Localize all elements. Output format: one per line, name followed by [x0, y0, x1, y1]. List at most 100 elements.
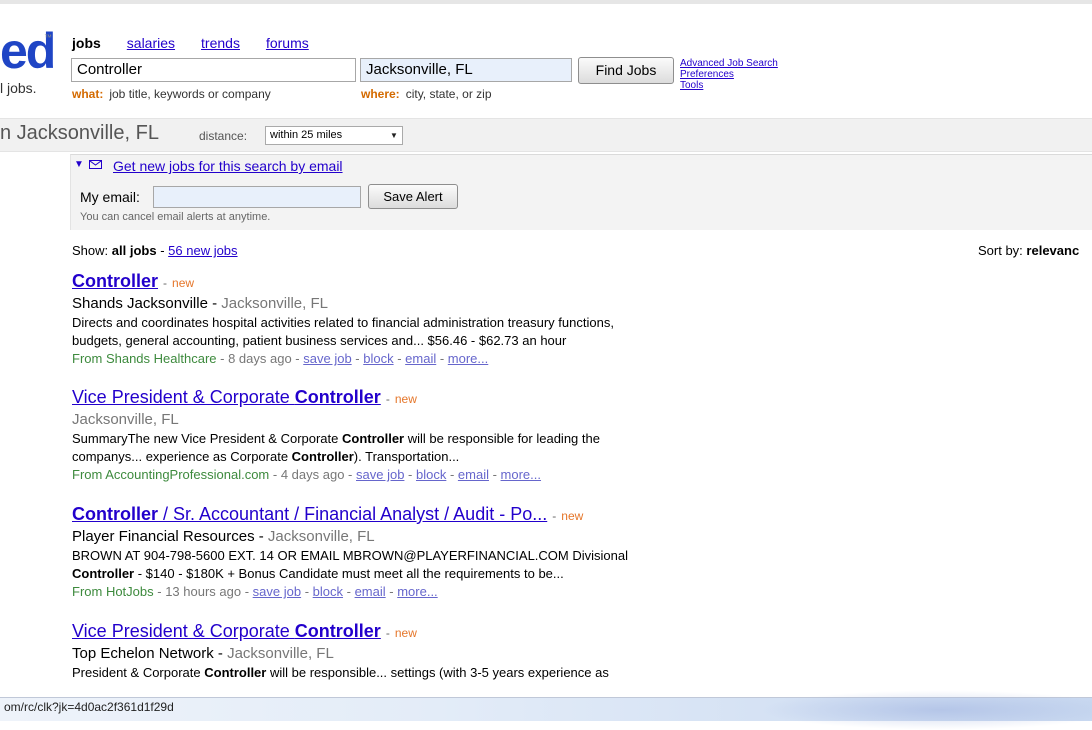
sort-by: Sort by: relevanc [978, 243, 1079, 258]
new-jobs-link[interactable]: 56 new jobs [168, 243, 237, 258]
nav-jobs[interactable]: jobs [72, 35, 101, 51]
job-result: Vice President & Corporate Controller - … [72, 620, 772, 682]
job-source: From AccountingProfessional.com [72, 467, 270, 482]
new-badge: new [561, 509, 584, 523]
save-alert-button[interactable]: Save Alert [368, 184, 458, 209]
email-job-link[interactable]: email [458, 467, 489, 482]
find-jobs-button[interactable]: Find Jobs [578, 57, 674, 84]
new-badge: new [394, 626, 417, 640]
where-hint: where: city, state, or zip [361, 87, 492, 101]
alert-note: You can cancel email alerts at anytime. [80, 211, 271, 223]
job-title-bold[interactable]: Controller [72, 271, 158, 291]
save-job-link[interactable]: save job [303, 351, 351, 366]
preferences-link[interactable]: Preferences [680, 69, 778, 80]
what-input[interactable]: Controller [71, 58, 356, 82]
job-snippet-1: President & Corporate Controller will be… [72, 665, 609, 680]
job-location: Jacksonville, FL [72, 411, 179, 428]
nav-forums[interactable]: forums [266, 35, 309, 51]
status-url: om/rc/clk?jk=4d0ac2f361d1f29d [4, 700, 174, 714]
job-result: Controller - new Shands Jacksonville - J… [72, 270, 772, 368]
block-link[interactable]: block [416, 467, 446, 482]
job-age: 4 days ago [280, 467, 345, 482]
collapse-triangle-icon[interactable]: ▼ [74, 159, 84, 170]
location-title: n Jacksonville, FL [0, 122, 159, 144]
job-title-plain[interactable]: Vice President & Corporate [72, 621, 295, 641]
new-badge: new [172, 276, 195, 290]
email-input[interactable] [153, 186, 361, 208]
job-title-rest[interactable]: / Sr. Accountant / Financial Analyst / A… [158, 504, 547, 524]
job-meta: From Shands Healthcare - 8 days ago - sa… [72, 351, 489, 366]
email-label: My email: [80, 189, 140, 205]
logo-tagline: l jobs. [0, 80, 37, 96]
job-company: Shands Jacksonville [72, 295, 208, 312]
location-bar [0, 118, 1092, 152]
show-label: Show: [72, 243, 109, 258]
job-title-bold[interactable]: Controller [295, 621, 381, 641]
job-age: 8 days ago [228, 351, 292, 366]
save-job-link[interactable]: save job [356, 467, 404, 482]
distance-select[interactable]: within 25 miles [265, 126, 403, 145]
browser-top-strip [0, 0, 1092, 4]
where-hint-text: city, state, or zip [405, 87, 492, 101]
job-location: Jacksonville, FL [221, 295, 328, 312]
top-nav: jobs salaries trends forums [72, 35, 309, 51]
email-alert-link[interactable]: Get new jobs for this search by email [113, 158, 343, 174]
job-company-line: Top Echelon Network - Jacksonville, FL [72, 645, 334, 662]
job-title[interactable]: Vice President & Corporate Controller - … [72, 386, 772, 410]
job-meta: From AccountingProfessional.com - 4 days… [72, 467, 542, 482]
new-badge: new [394, 392, 417, 406]
job-snippet-2: companys... experience as Corporate Cont… [72, 449, 460, 464]
job-snippet-2: budgets, general accounting, patient bus… [72, 333, 567, 348]
job-source: From Shands Healthcare [72, 351, 217, 366]
job-source: From HotJobs [72, 584, 154, 599]
block-link[interactable]: block [313, 584, 343, 599]
job-snippet-2: Controller - $140 - $180K + Bonus Candid… [72, 566, 564, 581]
job-company: Player Financial Resources [72, 528, 255, 545]
sort-relevance-link[interactable]: relevanc [1026, 243, 1079, 258]
job-company-line: Jacksonville, FL [72, 410, 772, 430]
job-title-bold[interactable]: Controller [72, 504, 158, 524]
status-bar-decoration [760, 690, 1092, 730]
show-separator: - [160, 243, 165, 258]
job-company: Top Echelon Network [72, 645, 214, 662]
job-result: Controller / Sr. Accountant / Financial … [72, 503, 772, 601]
job-meta: From HotJobs - 13 hours ago - save job -… [72, 584, 438, 599]
email-job-link[interactable]: email [355, 584, 386, 599]
job-title-bold[interactable]: Controller [295, 387, 381, 407]
job-age: 13 hours ago [165, 584, 242, 599]
what-hint-label: what: [72, 87, 104, 101]
trademark-mark: ™ [44, 33, 52, 42]
job-result: Vice President & Corporate Controller - … [72, 386, 772, 484]
more-link[interactable]: more... [501, 467, 541, 482]
tools-link[interactable]: Tools [680, 80, 778, 91]
nav-salaries[interactable]: salaries [127, 35, 175, 51]
job-snippet-1: Directs and coordinates hospital activit… [72, 315, 614, 330]
job-snippet-1: BROWN AT 904-798-5600 EXT. 14 OR EMAIL M… [72, 548, 628, 563]
what-hint: what: job title, keywords or company [72, 87, 271, 101]
sort-label: Sort by: [978, 243, 1023, 258]
job-title[interactable]: Controller - new [72, 270, 772, 294]
job-company-line: Player Financial Resources - Jacksonvill… [72, 528, 375, 545]
job-title[interactable]: Controller / Sr. Accountant / Financial … [72, 503, 772, 527]
block-link[interactable]: block [363, 351, 393, 366]
search-side-links: Advanced Job Search Preferences Tools [680, 58, 778, 91]
chevron-down-icon[interactable]: ▼ [390, 131, 398, 140]
where-input[interactable]: Jacksonville, FL [360, 58, 572, 82]
job-company-line: Shands Jacksonville - Jacksonville, FL [72, 295, 328, 312]
advanced-search-link[interactable]: Advanced Job Search [680, 58, 778, 69]
more-link[interactable]: more... [397, 584, 437, 599]
job-title[interactable]: Vice President & Corporate Controller - … [72, 620, 772, 644]
envelope-icon [89, 160, 102, 169]
more-link[interactable]: more... [448, 351, 488, 366]
save-job-link[interactable]: save job [253, 584, 301, 599]
job-location: Jacksonville, FL [227, 645, 334, 662]
email-job-link[interactable]: email [405, 351, 436, 366]
job-title-plain[interactable]: Vice President & Corporate [72, 387, 295, 407]
job-snippet-1: SummaryThe new Vice President & Corporat… [72, 431, 600, 446]
show-filter: Show: all jobs - 56 new jobs [72, 243, 238, 258]
distance-label: distance: [199, 129, 248, 143]
what-hint-text: job title, keywords or company [109, 87, 271, 101]
all-jobs-filter: all jobs [111, 243, 157, 258]
job-location: Jacksonville, FL [267, 528, 375, 545]
nav-trends[interactable]: trends [201, 35, 240, 51]
